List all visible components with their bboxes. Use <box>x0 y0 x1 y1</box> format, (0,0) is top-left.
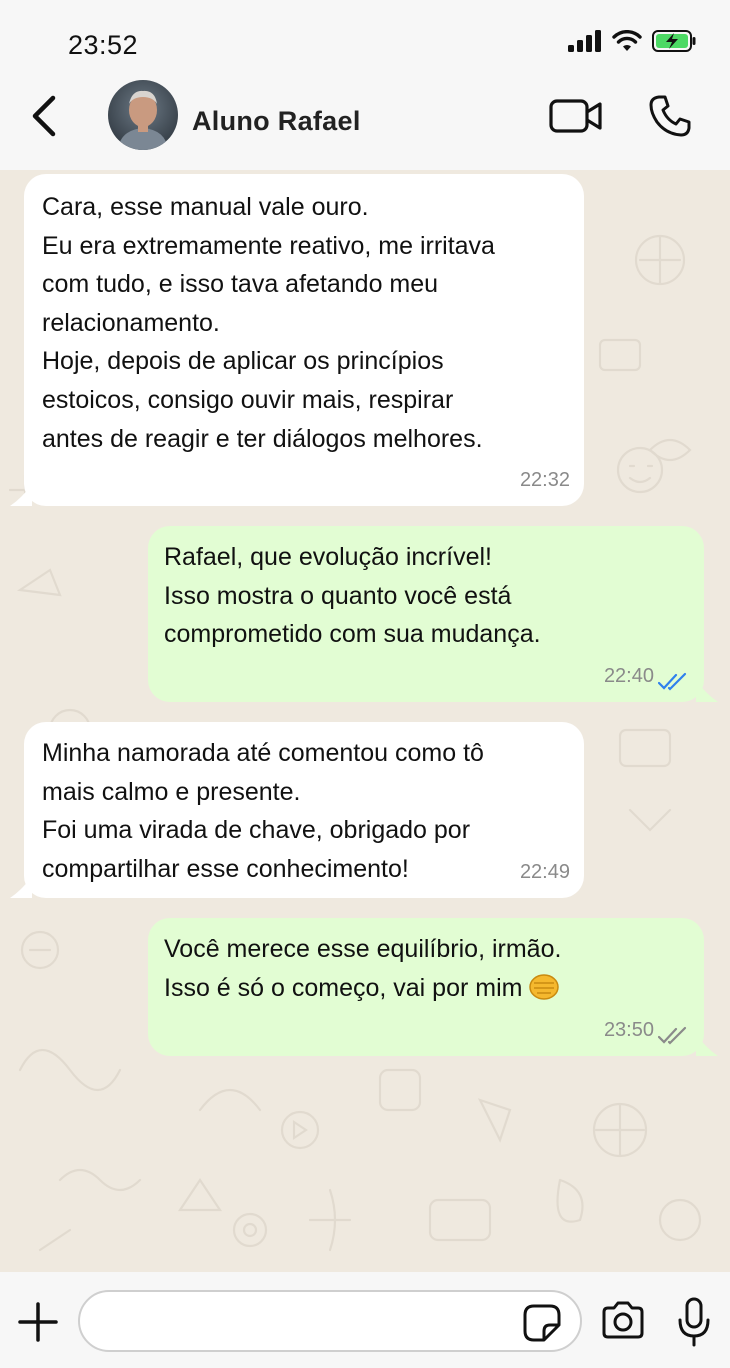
video-call-button[interactable] <box>548 94 604 138</box>
chat-screen: 23:52 Aluno Rafael Cara, esse manual val… <box>0 0 730 1368</box>
message-text: Você merece esse equilíbrio, irmão. Isso… <box>164 935 562 1002</box>
avatar[interactable] <box>108 80 178 150</box>
voice-call-button[interactable] <box>644 90 696 142</box>
message-incoming[interactable]: Cara, esse manual vale ouro. Eu era extr… <box>10 174 584 506</box>
oncoming-fist-emoji <box>529 973 560 1002</box>
message-outgoing[interactable]: Você merece esse equilíbrio, irmão. Isso… <box>148 918 718 1056</box>
wifi-icon <box>612 30 642 51</box>
microphone-button[interactable] <box>676 1296 716 1348</box>
battery-charging-icon <box>652 30 696 52</box>
message-incoming[interactable]: Minha namorada até comentou como tô mais… <box>10 722 584 898</box>
camera-button[interactable] <box>600 1300 650 1344</box>
message-time: 23:50 <box>603 1019 654 1042</box>
signal-icon <box>568 30 601 52</box>
video-call-icon <box>549 99 602 133</box>
message-text: Cara, esse manual vale ouro. Eu era extr… <box>42 193 495 453</box>
plus-icon <box>18 1302 58 1342</box>
phone-icon <box>649 95 691 137</box>
message-input[interactable] <box>78 1290 582 1352</box>
attach-button[interactable] <box>16 1300 60 1344</box>
message-text: Minha namorada até comentou como tô mais… <box>42 739 484 883</box>
bubble-tail <box>10 876 32 898</box>
composer-bar <box>0 1272 730 1368</box>
delivered-double-check-icon <box>658 1026 687 1045</box>
read-double-check-icon <box>658 672 687 691</box>
message-time: 22:49 <box>519 861 570 884</box>
bubble-tail <box>10 484 32 506</box>
back-chevron-icon <box>32 95 56 137</box>
message-time: 22:32 <box>519 469 570 492</box>
status-bar: 23:52 <box>0 0 730 80</box>
contact-name[interactable]: Aluno Rafael <box>192 106 361 137</box>
status-icons <box>568 30 696 52</box>
message-outgoing[interactable]: Rafael, que evolução incrível! Isso most… <box>148 526 718 702</box>
chat-area[interactable]: Cara, esse manual vale ouro. Eu era extr… <box>0 170 730 1272</box>
camera-icon <box>602 1301 644 1339</box>
chat-header: Aluno Rafael <box>0 80 730 170</box>
bubble-tail <box>696 1034 718 1056</box>
message-time: 22:40 <box>603 665 654 688</box>
status-time: 23:52 <box>68 30 139 60</box>
bubble-tail <box>696 680 718 702</box>
sticker-icon <box>523 1304 561 1342</box>
microphone-icon <box>678 1297 710 1347</box>
sticker-button[interactable] <box>522 1303 562 1343</box>
back-button[interactable] <box>22 94 66 138</box>
message-text: Rafael, que evolução incrível! Isso most… <box>164 543 541 649</box>
